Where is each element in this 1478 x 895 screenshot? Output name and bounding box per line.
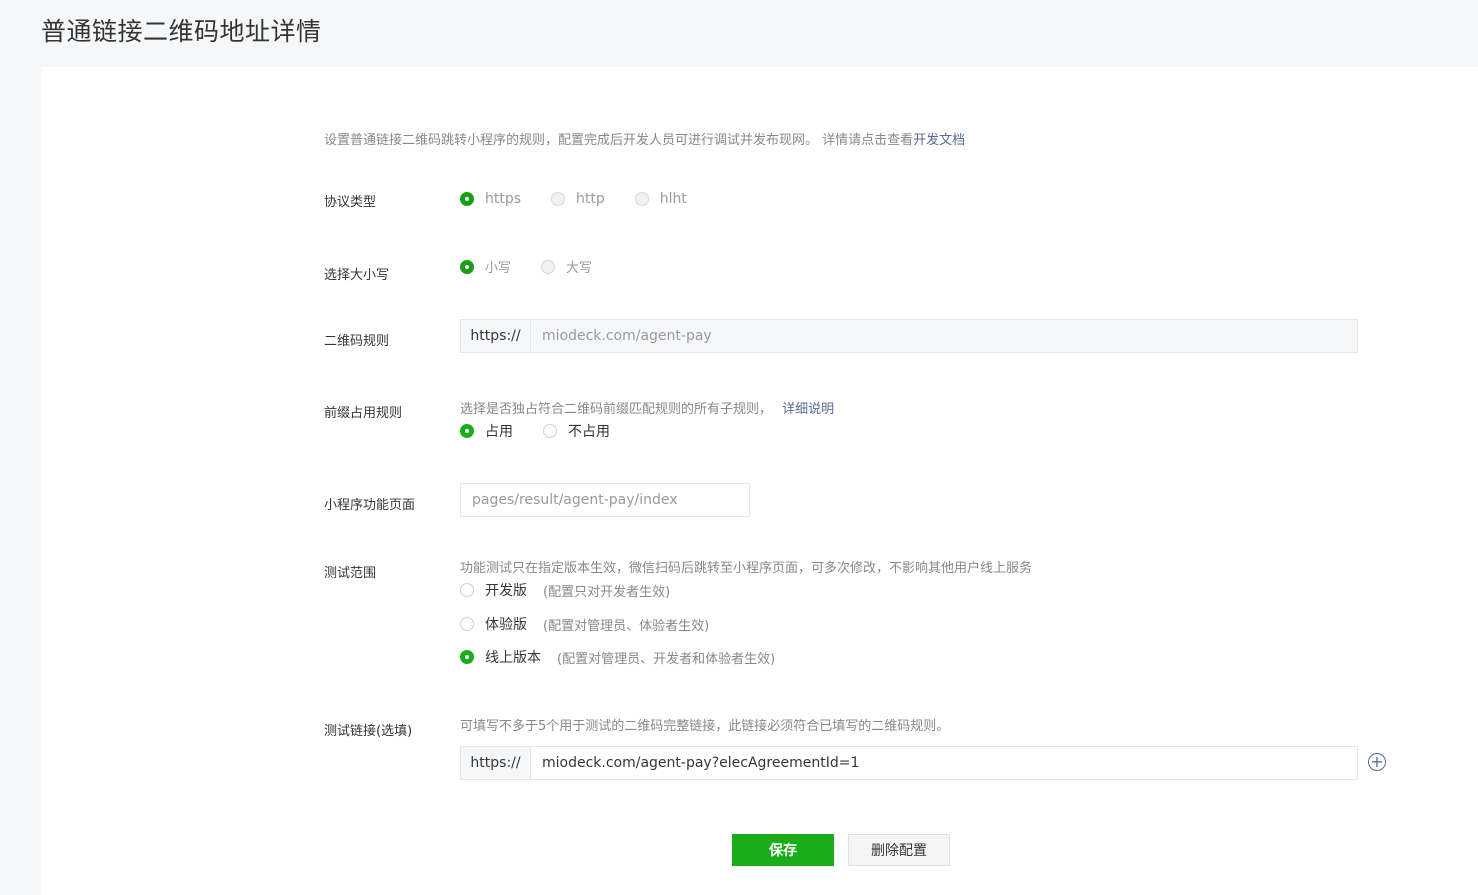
radio-unchecked-icon	[460, 583, 474, 597]
scope-option-name: 开发版	[485, 583, 527, 599]
save-button[interactable]: 保存	[732, 834, 834, 866]
delete-config-button[interactable]: 删除配置	[848, 834, 950, 866]
mini-page-label: 小程序功能页面	[324, 498, 416, 513]
case-radio-group: 小写 大写	[460, 257, 622, 276]
intro-description: 设置普通链接二维码跳转小程序的规则，配置完成后开发人员可进行调试并发布现网。 详…	[324, 133, 914, 148]
scope-option-desc: (配置只对开发者生效)	[543, 584, 671, 600]
radio-unchecked-icon	[634, 192, 649, 206]
prefix-occupy-hint: 选择是否独占符合二维码前缀匹配规则的所有子规则， 详细说明	[460, 398, 834, 417]
occupy-option-label: 不占用	[568, 424, 610, 440]
protocol-radio-group: https http hlht	[460, 191, 717, 207]
case-option-label: 大写	[566, 261, 593, 276]
radio-checked-icon	[460, 192, 474, 206]
prefix-occupy-radio-group: 占用 不占用	[460, 421, 640, 441]
case-label: 选择大小写	[324, 268, 390, 283]
scope-option-desc: (配置对管理员、开发者和体验者生效)	[557, 651, 776, 667]
mini-page-input[interactable]	[461, 484, 749, 516]
protocol-option-http[interactable]: http	[551, 191, 605, 207]
test-link-input-group: https://	[460, 746, 1358, 780]
test-link-input[interactable]	[531, 747, 1357, 779]
scope-option-name: 体验版	[485, 617, 527, 633]
radio-unchecked-icon	[541, 259, 556, 274]
mini-page-input-group	[460, 483, 750, 517]
case-option-upper[interactable]: 大写	[541, 257, 592, 276]
test-scope-option-trial[interactable]: 体验版 (配置对管理员、体验者生效)	[460, 614, 709, 634]
test-link-hint: 可填写不多于5个用于测试的二维码完整链接，此链接必须符合已填写的二维码规则。	[460, 719, 950, 734]
protocol-option-hlht[interactable]: hlht	[634, 191, 687, 207]
qr-rule-label: 二维码规则	[324, 334, 390, 349]
occupy-option-no[interactable]: 不占用	[543, 421, 610, 441]
case-option-lower[interactable]: 小写	[460, 257, 511, 276]
qr-rule-input-group: https://	[460, 319, 1358, 353]
test-scope-hint: 功能测试只在指定版本生效，微信扫码后跳转至小程序页面，可多次修改，不影响其他用户…	[460, 561, 1033, 576]
radio-unchecked-icon	[543, 424, 557, 438]
qr-rule-input[interactable]	[531, 320, 1357, 352]
test-scope-option-online[interactable]: 线上版本 (配置对管理员、开发者和体验者生效)	[460, 647, 775, 667]
detail-explain-link[interactable]: 详细说明	[782, 402, 834, 417]
protocol-option-label: https	[485, 191, 522, 207]
scope-option-desc: (配置对管理员、体验者生效)	[543, 618, 710, 634]
scope-radio-dev[interactable]: 开发版 (配置只对开发者生效)	[460, 580, 670, 600]
protocol-label: 协议类型	[324, 195, 377, 210]
protocol-option-label: hlht	[659, 191, 687, 207]
test-scope-option-dev[interactable]: 开发版 (配置只对开发者生效)	[460, 580, 670, 600]
page-title: 普通链接二维码地址详情	[41, 17, 322, 46]
scope-radio-trial[interactable]: 体验版 (配置对管理员、体验者生效)	[460, 614, 709, 634]
test-link-prefix: https://	[461, 747, 531, 779]
scope-radio-online[interactable]: 线上版本 (配置对管理员、开发者和体验者生效)	[460, 647, 775, 667]
intro-text: 设置普通链接二维码跳转小程序的规则，配置完成后开发人员可进行调试并发布现网。 详…	[324, 129, 965, 148]
test-link-label: 测试链接(选填)	[324, 724, 413, 739]
prefix-occupy-label: 前缀占用规则	[324, 406, 403, 421]
protocol-option-https[interactable]: https	[460, 191, 521, 207]
case-option-label: 小写	[485, 261, 512, 276]
radio-checked-icon	[460, 424, 474, 438]
scope-option-name: 线上版本	[485, 650, 541, 666]
radio-unchecked-icon	[460, 617, 474, 631]
qr-rule-prefix: https://	[461, 320, 531, 352]
protocol-option-label: http	[576, 191, 605, 207]
prefix-occupy-hint-text: 选择是否独占符合二维码前缀匹配规则的所有子规则，	[460, 402, 773, 417]
radio-unchecked-icon	[551, 192, 566, 206]
occupy-option-label: 占用	[485, 424, 513, 440]
radio-checked-icon	[460, 259, 474, 274]
add-test-link-icon[interactable]: +	[1368, 753, 1386, 771]
radio-checked-icon	[460, 650, 474, 664]
form-panel: 设置普通链接二维码跳转小程序的规则，配置完成后开发人员可进行调试并发布现网。 详…	[41, 67, 1478, 895]
test-scope-label: 测试范围	[324, 566, 377, 581]
occupy-option-yes[interactable]: 占用	[460, 421, 513, 441]
dev-docs-link[interactable]: 开发文档	[913, 133, 965, 148]
